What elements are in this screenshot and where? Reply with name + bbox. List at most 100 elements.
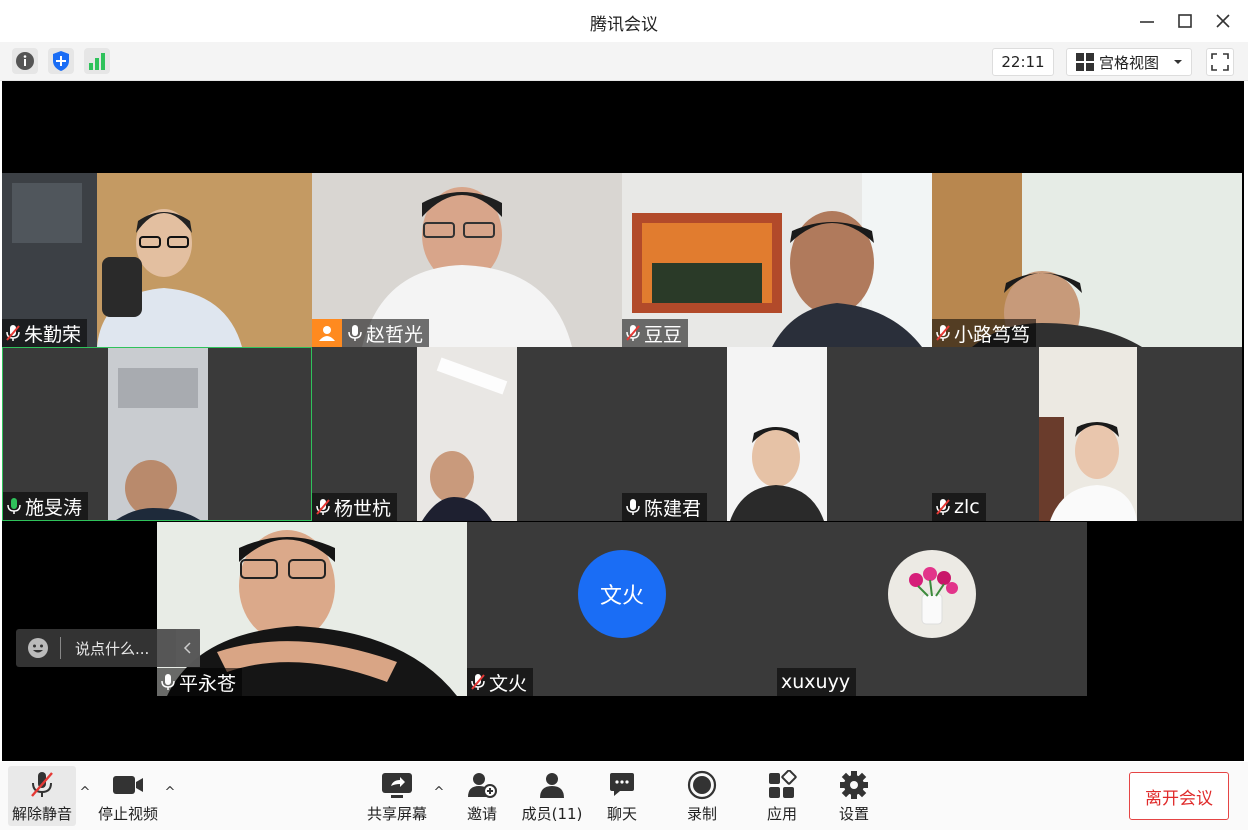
maximize-button[interactable]	[1172, 8, 1198, 34]
participant-label: 陈建君	[622, 493, 708, 521]
mic-muted-icon	[932, 493, 954, 521]
participant-label: 平永苍	[157, 668, 243, 696]
participant-name: 豆豆	[644, 323, 683, 346]
participant-name: 施旻涛	[25, 496, 83, 519]
view-mode-select[interactable]: 宫格视图	[1066, 48, 1192, 76]
mic-icon	[157, 668, 179, 696]
unmute-label: 解除静音	[11, 805, 72, 823]
participant-label: zlc	[932, 493, 986, 521]
host-avatar-icon	[312, 319, 342, 347]
chat-button[interactable]: 聊天	[596, 766, 648, 826]
mic-muted-icon	[932, 319, 954, 347]
apps-button[interactable]: 应用	[756, 766, 808, 826]
camera-icon	[112, 768, 144, 802]
meeting-info-button[interactable]	[12, 48, 38, 74]
apps-icon	[767, 768, 797, 802]
video-tile[interactable]: 杨世杭	[312, 347, 622, 521]
participant-name: 陈建君	[644, 497, 702, 520]
chat-label: 聊天	[606, 805, 637, 823]
participant-name: 赵哲光	[366, 323, 424, 346]
stop-video-button[interactable]: 停止视频	[96, 766, 160, 826]
control-bar: 解除静音 ^ 停止视频 ^ 共享屏幕 ^ 邀请 成员(11) 聊天 录制 应用 …	[0, 762, 1248, 830]
chat-input-placeholder[interactable]: 说点什么...	[75, 638, 149, 659]
mic-icon	[622, 493, 644, 521]
video-tile[interactable]: 陈建君	[622, 347, 932, 521]
video-tile[interactable]: 朱勤荣	[2, 173, 312, 347]
flower-avatar-icon	[909, 567, 958, 625]
mic-icon	[344, 319, 366, 347]
invite-button[interactable]: 邀请	[456, 766, 508, 826]
meeting-timer: 22:11	[992, 48, 1054, 76]
video-options-caret[interactable]: ^	[163, 786, 177, 800]
apps-label: 应用	[766, 805, 797, 823]
unmute-button[interactable]: 解除静音	[8, 766, 76, 826]
minimize-icon	[1140, 21, 1154, 23]
participant-name: 小路笃笃	[954, 323, 1031, 346]
record-icon	[687, 768, 717, 802]
video-tile-active-speaker[interactable]: 施旻涛	[2, 347, 312, 521]
participant-name: 平永苍	[179, 672, 237, 695]
add-user-icon	[467, 768, 497, 802]
maximize-icon	[1178, 14, 1192, 28]
settings-label: 设置	[838, 805, 869, 823]
invite-label: 邀请	[466, 805, 497, 823]
record-label: 录制	[686, 805, 717, 823]
view-mode-label: 宫格视图	[1099, 53, 1160, 72]
chevron-down-icon	[1174, 60, 1183, 64]
video-tile[interactable]: xuxuyy	[777, 522, 1087, 696]
chevron-left-icon	[183, 642, 191, 654]
title-bar: 腾讯会议	[0, 0, 1248, 42]
video-tile[interactable]: 平永苍	[157, 522, 467, 696]
share-screen-button[interactable]: 共享屏幕	[366, 766, 428, 826]
gear-icon	[839, 768, 869, 802]
close-button[interactable]	[1210, 8, 1236, 34]
mic-muted-icon	[29, 768, 55, 802]
video-tile[interactable]: zlc	[932, 347, 1242, 521]
mic-muted-icon	[467, 668, 489, 696]
share-screen-label: 共享屏幕	[366, 805, 427, 823]
video-tile[interactable]: 豆豆	[622, 173, 932, 347]
fullscreen-button[interactable]	[1206, 48, 1234, 76]
participant-label: 文火	[467, 668, 534, 696]
collapse-chat-button[interactable]	[176, 629, 200, 667]
share-options-caret[interactable]: ^	[432, 786, 446, 800]
video-tile[interactable]: 文火 文火	[467, 522, 777, 696]
close-icon	[1216, 14, 1230, 28]
security-button[interactable]	[48, 48, 74, 74]
participant-label: 小路笃笃	[932, 319, 1037, 347]
video-tile[interactable]: 赵哲光	[312, 173, 622, 347]
mic-muted-icon	[312, 493, 334, 521]
network-status-button[interactable]	[84, 48, 110, 74]
meeting-toolbar: 22:11 宫格视图	[0, 42, 1248, 81]
chat-input-overlay[interactable]: 说点什么...	[16, 629, 200, 667]
record-button[interactable]: 录制	[676, 766, 728, 826]
share-screen-icon	[381, 768, 413, 802]
members-button[interactable]: 成员(11)	[520, 766, 584, 826]
shield-icon	[53, 51, 69, 71]
participant-label: xuxuyy	[777, 668, 857, 696]
participant-name: 朱勤荣	[24, 323, 82, 346]
participant-label: 施旻涛	[3, 492, 89, 520]
grid-view-icon	[1076, 53, 1094, 71]
participant-name: zlc	[954, 496, 980, 518]
fullscreen-icon	[1211, 53, 1229, 71]
avatar	[888, 550, 976, 638]
window-title: 腾讯会议	[590, 15, 658, 35]
video-tile[interactable]: 小路笃笃	[932, 173, 1242, 347]
mic-speaking-icon	[3, 492, 25, 520]
participant-name: 文火	[489, 672, 528, 695]
mic-muted-icon	[622, 319, 644, 347]
leave-meeting-button[interactable]: 离开会议	[1129, 772, 1229, 820]
audio-options-caret[interactable]: ^	[78, 786, 92, 800]
mic-muted-icon	[2, 319, 24, 347]
participant-name: 杨世杭	[334, 497, 392, 520]
participant-name: xuxuyy	[781, 671, 851, 693]
participant-label: 杨世杭	[312, 493, 398, 521]
members-label: 成员(11)	[521, 805, 583, 823]
participant-label: 朱勤荣	[2, 319, 88, 347]
minimize-button[interactable]	[1134, 8, 1160, 34]
settings-button[interactable]: 设置	[828, 766, 880, 826]
chat-icon	[608, 768, 636, 802]
emoji-icon[interactable]	[27, 637, 49, 659]
signal-icon	[89, 53, 105, 70]
